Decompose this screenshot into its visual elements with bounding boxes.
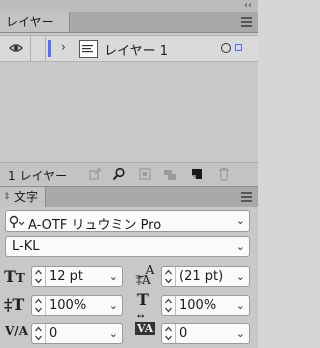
tracking-stepper[interactable] [162,324,176,343]
selection-square-icon[interactable] [235,44,242,51]
layers-status-bar: 1 レイヤー [0,162,258,185]
vertical-scale-stepper[interactable] [32,296,46,315]
layer-row[interactable]: › レイヤー 1 [0,35,258,62]
character-tab-label: 文字 [14,190,39,204]
eye-icon [9,44,23,52]
chevron-down-icon: ⌄ [235,240,245,253]
disclosure-arrow-icon[interactable]: › [61,40,66,54]
layers-list: › レイヤー 1 [0,33,258,161]
search-icon[interactable] [112,167,126,181]
search-icon [9,215,25,228]
lock-toggle[interactable] [31,36,46,61]
panel-options-toggle-icon[interactable]: ⇕ [3,187,11,207]
chevron-down-icon: ⌄ [235,214,245,227]
layer-thumbnail [79,40,98,58]
character-panel-body: A-OTF リュウミン Pro ⌄ L-KL ⌄ TT 12 pt ⌄ ‿A ‡A… [0,207,258,348]
layer-count: 1 レイヤー [8,169,68,183]
chevron-down-icon: ⌄ [235,270,245,283]
panel-menu-icon[interactable] [241,17,252,29]
font-size-icon: TT [4,267,25,286]
tracking-value: 0 [179,326,188,341]
vertical-scale-field[interactable]: 100% ⌄ [31,295,123,316]
sublayer-icon[interactable] [163,167,177,181]
vertical-scale-value: 100% [49,298,87,313]
chevron-down-icon: ⌄ [108,270,118,283]
export-icon[interactable] [88,167,102,181]
layer-name[interactable]: レイヤー 1 [104,40,168,59]
chevron-down-icon: ⌄ [235,299,245,312]
chevron-down-icon: ⌄ [108,299,118,312]
kerning-field[interactable]: 0 ⌄ [31,323,123,344]
new-layer-icon[interactable] [190,167,204,181]
chevron-down-icon: ⌄ [235,327,245,340]
tracking-field[interactable]: 0 ⌄ [161,323,250,344]
font-size-field[interactable]: 12 pt ⌄ [31,266,123,287]
leading-field[interactable]: (21 pt) ⌄ [161,266,250,287]
font-size-stepper[interactable] [32,267,46,286]
visibility-toggle[interactable] [0,36,31,61]
horizontal-scale-value: 100% [179,298,217,313]
kerning-value: 0 [49,326,58,341]
target-circle-icon[interactable] [221,43,231,53]
chevron-down-icon: ⌄ [108,327,118,340]
character-panel-header: ⇕ 文字 [0,186,258,208]
layers-panel-header: レイヤー [0,12,258,33]
horizontal-scale-field[interactable]: 100% ⌄ [161,295,250,316]
trash-icon[interactable] [217,167,231,181]
horizontal-scale-icon: T ↔ [137,290,149,323]
leading-value: (21 pt) [179,269,224,284]
leading-icon: ‿A ‡A [136,263,155,287]
tracking-icon: VA [135,322,156,335]
vertical-scale-icon: ‡T [4,295,25,314]
tab-character[interactable]: ⇕ 文字 [0,187,46,207]
font-size-value: 12 pt [49,269,84,284]
layer-color-swatch [48,40,51,57]
kerning-stepper[interactable] [32,324,46,343]
kerning-icon: V/A [5,324,29,338]
font-family-value: A-OTF リュウミン Pro [28,218,162,233]
leading-stepper[interactable] [162,267,176,286]
font-style-dropdown[interactable]: L-KL ⌄ [5,236,250,257]
font-style-value: L-KL [12,239,40,254]
clipping-mask-icon[interactable] [138,167,152,181]
horizontal-scale-stepper[interactable] [162,296,176,315]
font-family-dropdown[interactable]: A-OTF リュウミン Pro ⌄ [5,210,250,233]
tab-layers[interactable]: レイヤー [0,12,70,32]
collapse-dock-button[interactable]: ‹‹ [244,0,252,12]
panel-menu-icon[interactable] [241,192,252,204]
panel-dock: ‹‹ レイヤー › レイヤー 1 1 レイヤー ⇕ 文字 A-OTF リュウミン… [0,0,258,348]
